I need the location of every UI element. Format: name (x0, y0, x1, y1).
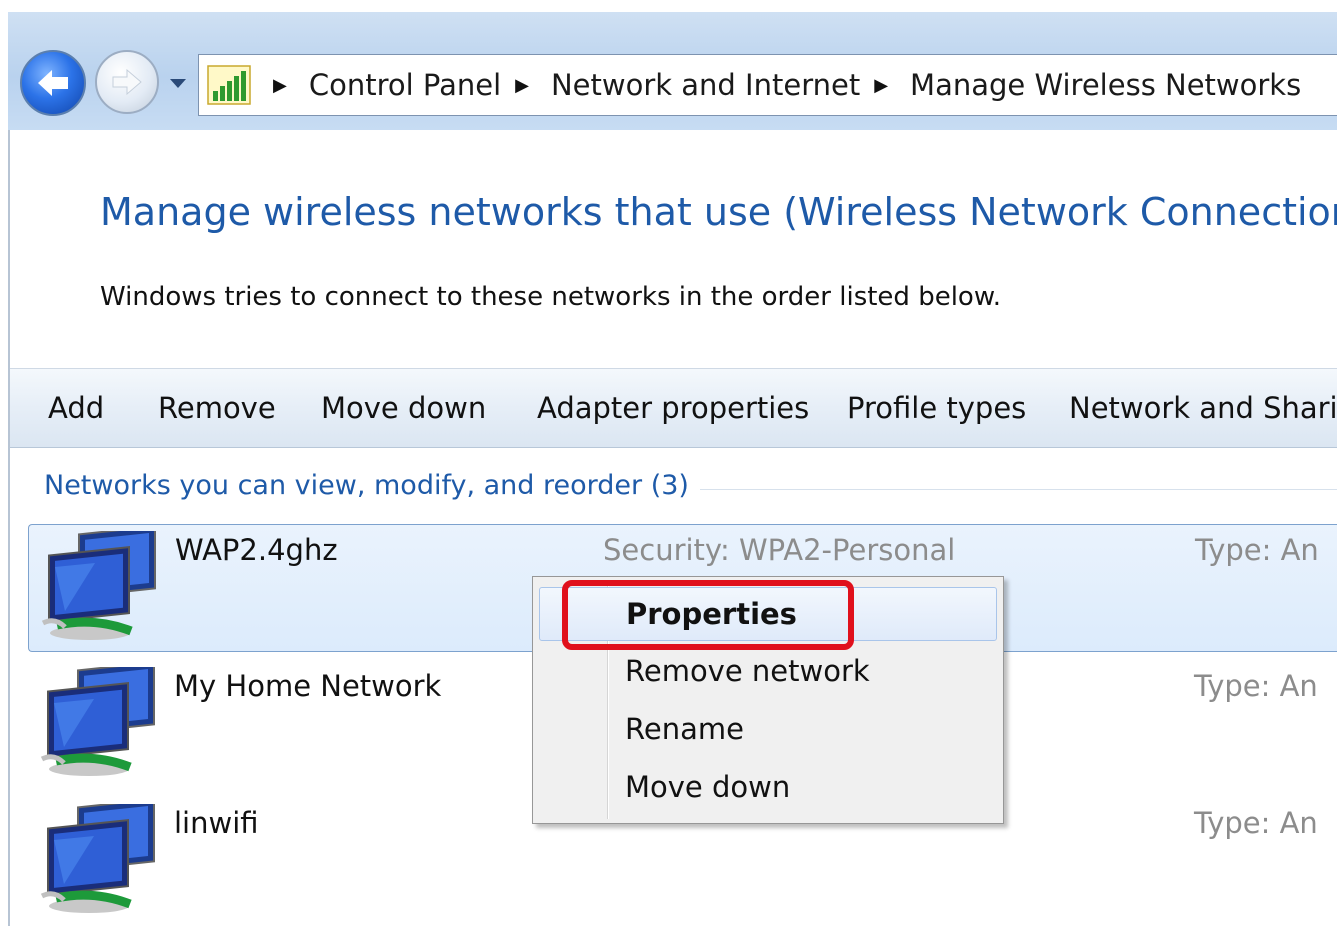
breadcrumb-control-panel[interactable]: Control Panel (309, 68, 501, 102)
adapter-properties-button[interactable]: Adapter properties (537, 369, 809, 447)
menu-item-label: Move down (625, 770, 791, 804)
breadcrumb-network-and-internet[interactable]: Network and Internet (551, 68, 860, 102)
network-type: Type: An (1194, 669, 1318, 703)
network-security: Security: WPA2-Personal (603, 533, 956, 567)
network-name: linwifi (174, 806, 259, 840)
command-toolbar: Add Remove Move down Adapter properties … (10, 368, 1337, 448)
forward-button[interactable] (95, 50, 159, 114)
menu-item-remove-network[interactable]: Remove network (539, 645, 997, 699)
back-button[interactable] (20, 50, 86, 116)
arrow-right-icon (112, 68, 142, 96)
group-divider (700, 489, 1337, 490)
window-left-border (8, 130, 10, 926)
network-name: My Home Network (174, 669, 442, 703)
address-field[interactable]: ▶ Control Panel ▶ Network and Internet ▶… (198, 54, 1337, 116)
profile-types-button[interactable]: Profile types (847, 369, 1026, 447)
group-header: Networks you can view, modify, and reord… (44, 470, 699, 501)
page-title: Manage wireless networks that use (Wirel… (100, 190, 1337, 234)
remove-button[interactable]: Remove (158, 369, 276, 447)
menu-item-label: Properties (626, 597, 797, 631)
move-down-button[interactable]: Move down (321, 369, 486, 447)
breadcrumb-separator-icon[interactable]: ▶ (874, 75, 888, 96)
network-name: WAP2.4ghz (175, 533, 338, 567)
arrow-left-icon (38, 70, 68, 96)
menu-item-label: Rename (625, 712, 744, 746)
page-subtitle: Windows tries to connect to these networ… (100, 282, 1001, 312)
breadcrumb-manage-wireless-networks[interactable]: Manage Wireless Networks (910, 68, 1301, 102)
context-menu: Properties Remove network Rename Move do… (532, 576, 1004, 824)
network-type: Type: An (1195, 533, 1319, 567)
wireless-network-icon (41, 531, 156, 640)
menu-item-rename[interactable]: Rename (539, 703, 997, 757)
wireless-network-icon (40, 667, 155, 776)
breadcrumb-separator-icon[interactable]: ▶ (515, 75, 529, 96)
wireless-network-icon (40, 804, 155, 913)
menu-item-properties[interactable]: Properties (539, 587, 997, 641)
add-button[interactable]: Add (48, 369, 104, 447)
breadcrumb-separator-icon[interactable]: ▶ (273, 75, 287, 96)
menu-item-label: Remove network (625, 654, 870, 688)
network-type: Type: An (1194, 806, 1318, 840)
breadcrumb: ▶ Control Panel ▶ Network and Internet ▶… (259, 55, 1301, 115)
recent-pages-dropdown-icon[interactable] (167, 72, 189, 94)
menu-item-move-down[interactable]: Move down (539, 761, 997, 815)
network-sharing-center-button[interactable]: Network and Shari (1069, 369, 1337, 447)
network-signal-icon (207, 65, 251, 105)
